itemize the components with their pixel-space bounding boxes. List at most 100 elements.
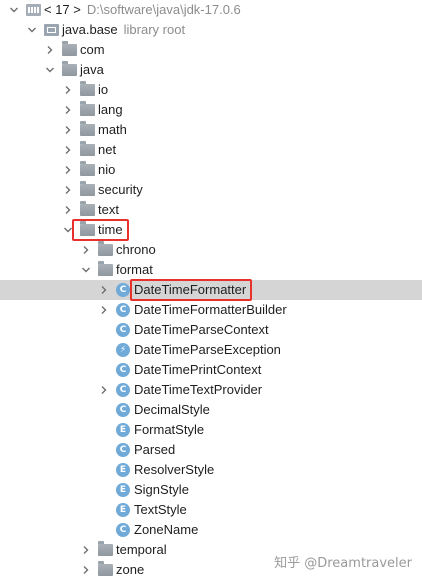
class-icon: C xyxy=(116,403,130,417)
folder-icon xyxy=(80,201,95,216)
chevron-right-icon[interactable] xyxy=(80,540,92,560)
chevron-down-icon[interactable] xyxy=(44,60,56,80)
tree-node-datetimetextprovider[interactable]: C DateTimeTextProvider xyxy=(0,380,422,400)
class-icon: C xyxy=(116,443,130,457)
exception-icon: ⚡ xyxy=(116,343,130,357)
tree-node-datetimeparsecontext[interactable]: C DateTimeParseContext xyxy=(0,320,422,340)
tree-node-label: java.base library root xyxy=(62,22,186,37)
tree-node-label: chrono xyxy=(116,242,156,257)
chevron-right-icon[interactable] xyxy=(98,300,110,320)
chevron-right-icon[interactable] xyxy=(62,120,74,140)
folder-icon xyxy=(80,141,95,156)
enum-icon: E xyxy=(116,483,130,497)
folder-icon xyxy=(80,181,95,196)
chevron-down-icon[interactable] xyxy=(80,260,92,280)
tree-node-hint: library root xyxy=(123,22,186,37)
watermark: 知乎 @Dreamtraveler xyxy=(274,556,412,571)
tree-node-zonename[interactable]: C ZoneName xyxy=(0,520,422,540)
tree-node-datetimeparseexception[interactable]: ⚡ DateTimeParseException xyxy=(0,340,422,360)
tree-node-io[interactable]: io xyxy=(0,80,422,100)
tree-node-java[interactable]: java xyxy=(0,60,422,80)
tree-node-label: DecimalStyle xyxy=(134,402,210,417)
tree-node-resolverstyle[interactable]: E ResolverStyle xyxy=(0,460,422,480)
tree-node-text[interactable]: text xyxy=(0,200,422,220)
tree-node-label: security xyxy=(98,182,143,197)
tree-node-label: DateTimeParseException xyxy=(134,342,281,357)
chevron-right-icon[interactable] xyxy=(62,200,74,220)
chevron-right-icon[interactable] xyxy=(62,180,74,200)
folder-icon xyxy=(80,81,95,96)
enum-icon: E xyxy=(116,503,130,517)
class-icon: C xyxy=(116,283,130,297)
tree-node-label: DateTimeParseContext xyxy=(134,322,269,337)
library-icon xyxy=(26,4,41,16)
chevron-down-icon[interactable] xyxy=(26,20,38,40)
tree-node-nio[interactable]: nio xyxy=(0,160,422,180)
tree-node-security[interactable]: security xyxy=(0,180,422,200)
tree-node-label: ZoneName xyxy=(134,522,199,537)
chevron-right-icon[interactable] xyxy=(44,40,56,60)
tree-node-net[interactable]: net xyxy=(0,140,422,160)
tree-node-label: DateTimeFormatterBuilder xyxy=(134,302,287,317)
tree-node-datetimeformatter[interactable]: C DateTimeFormatter xyxy=(0,280,422,300)
tree-node-label: DateTimeFormatter xyxy=(134,282,247,297)
tree-node-label: TextStyle xyxy=(134,502,187,517)
tree-node-time[interactable]: time xyxy=(0,220,422,240)
tree-node-textstyle[interactable]: E TextStyle xyxy=(0,500,422,520)
tree-node-jdk-17[interactable]: < 17 > D:\software\java\jdk-17.0.6 xyxy=(0,0,422,20)
class-icon: C xyxy=(116,523,130,537)
module-icon xyxy=(44,24,59,36)
tree-node-label: temporal xyxy=(116,542,167,557)
tree-node-label: time xyxy=(98,222,123,237)
folder-icon xyxy=(62,41,77,56)
folder-icon xyxy=(80,161,95,176)
enum-icon: E xyxy=(116,463,130,477)
tree-node-math[interactable]: math xyxy=(0,120,422,140)
tree-node-decimalstyle[interactable]: C DecimalStyle xyxy=(0,400,422,420)
folder-icon xyxy=(80,121,95,136)
tree-node-label: Parsed xyxy=(134,442,176,457)
enum-icon: E xyxy=(116,423,130,437)
tree-node-formatstyle[interactable]: E FormatStyle xyxy=(0,420,422,440)
tree-node-label: zone xyxy=(116,562,145,577)
class-icon: C xyxy=(116,383,130,397)
chevron-right-icon[interactable] xyxy=(62,80,74,100)
chevron-right-icon[interactable] xyxy=(62,100,74,120)
tree-node-label: com xyxy=(80,42,105,57)
folder-icon xyxy=(98,261,113,276)
chevron-right-icon[interactable] xyxy=(80,560,92,580)
tree-node-lang[interactable]: lang xyxy=(0,100,422,120)
chevron-down-icon[interactable] xyxy=(62,220,74,240)
tree-node-signstyle[interactable]: E SignStyle xyxy=(0,480,422,500)
chevron-right-icon[interactable] xyxy=(62,140,74,160)
tree-node-java-base[interactable]: java.base library root xyxy=(0,20,422,40)
tree-node-chrono[interactable]: chrono xyxy=(0,240,422,260)
tree-node-label: DateTimeTextProvider xyxy=(134,382,263,397)
tree-node-label: FormatStyle xyxy=(134,422,205,437)
tree-node-label: io xyxy=(98,82,109,97)
chevron-right-icon[interactable] xyxy=(98,380,110,400)
tree-node-datetimeprintcontext[interactable]: C DateTimePrintContext xyxy=(0,360,422,380)
folder-icon xyxy=(98,561,113,576)
tree-node-com[interactable]: com xyxy=(0,40,422,60)
tree-node-datetimeformatterbuilder[interactable]: C DateTimeFormatterBuilder xyxy=(0,300,422,320)
class-icon: C xyxy=(116,303,130,317)
chevron-right-icon[interactable] xyxy=(62,160,74,180)
folder-icon xyxy=(98,541,113,556)
tree-node-label: format xyxy=(116,262,153,277)
tree-node-label: nio xyxy=(98,162,116,177)
tree-node-label: < 17 > D:\software\java\jdk-17.0.6 xyxy=(44,2,241,17)
tree-node-label: lang xyxy=(98,102,123,117)
tree-node-label: SignStyle xyxy=(134,482,189,497)
chevron-right-icon[interactable] xyxy=(80,240,92,260)
folder-icon xyxy=(80,101,95,116)
tree-node-hint: D:\software\java\jdk-17.0.6 xyxy=(86,2,241,17)
folder-icon xyxy=(62,61,77,76)
chevron-right-icon[interactable] xyxy=(98,280,110,300)
folder-icon xyxy=(80,221,95,236)
tree-node-format[interactable]: format xyxy=(0,260,422,280)
folder-icon xyxy=(98,241,113,256)
tree-node-label: DateTimePrintContext xyxy=(134,362,262,377)
chevron-down-icon[interactable] xyxy=(8,0,20,20)
tree-node-parsed[interactable]: C Parsed xyxy=(0,440,422,460)
